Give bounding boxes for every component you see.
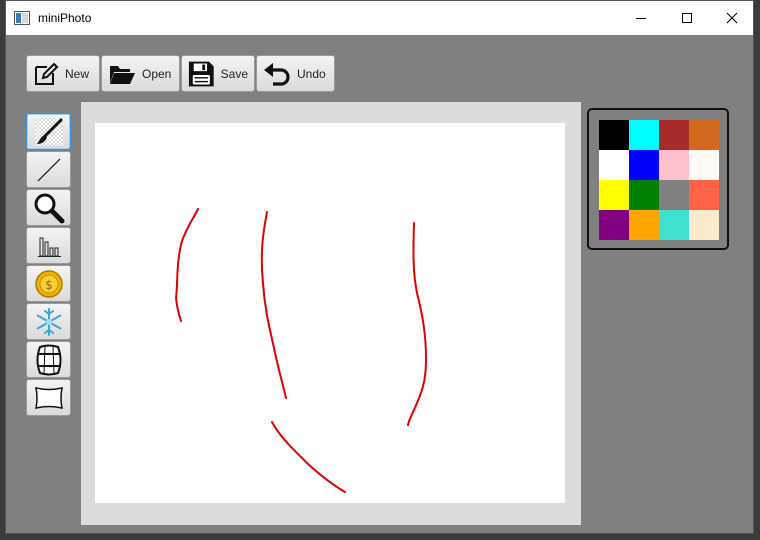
color-swatch[interactable] <box>659 180 689 210</box>
open-button[interactable]: Open <box>101 55 180 92</box>
magnifier-icon <box>34 193 64 223</box>
line-icon <box>37 158 60 181</box>
tool-coin[interactable]: $ <box>26 265 71 302</box>
paint-stroke <box>175 208 199 322</box>
new-file-icon <box>35 62 59 85</box>
color-swatch[interactable] <box>629 210 659 240</box>
color-swatch[interactable] <box>629 120 659 150</box>
new-button-label: New <box>65 66 90 81</box>
color-swatch[interactable] <box>659 210 689 240</box>
app-icon <box>14 10 30 26</box>
save-button-label: Save <box>220 66 248 81</box>
main-toolbar: New Open Save Undo <box>26 55 335 94</box>
color-swatch[interactable] <box>659 120 689 150</box>
coin-icon: $ <box>34 269 63 298</box>
undo-icon <box>264 62 290 86</box>
color-palette <box>587 108 729 250</box>
color-swatch[interactable] <box>599 180 629 210</box>
paint-stroke <box>271 421 346 493</box>
minimize-icon <box>636 18 646 19</box>
frame-icon <box>34 386 63 409</box>
window-title: miniPhoto <box>38 11 92 25</box>
color-swatch[interactable] <box>599 120 629 150</box>
undo-button[interactable]: Undo <box>256 55 335 92</box>
tool-line[interactable] <box>26 151 71 188</box>
paint-stroke <box>407 222 427 426</box>
close-icon <box>726 12 738 24</box>
tool-zoom[interactable] <box>26 189 71 226</box>
undo-button-label: Undo <box>297 66 326 81</box>
tool-snowflake[interactable] <box>26 303 71 340</box>
open-button-label: Open <box>142 66 172 81</box>
maximize-icon <box>682 13 692 23</box>
svg-text:$: $ <box>45 278 53 292</box>
barrel-icon <box>36 344 61 375</box>
color-swatch[interactable] <box>689 180 719 210</box>
color-swatch[interactable] <box>689 120 719 150</box>
folder-open-icon <box>110 65 135 84</box>
floppy-disk-icon <box>188 61 214 86</box>
canvas-strokes <box>175 208 427 493</box>
title-bar: miniPhoto <box>6 1 753 35</box>
app-window: miniPhoto New Open Save Undo $ <box>5 0 754 534</box>
color-swatch[interactable] <box>599 150 629 180</box>
save-button[interactable]: Save <box>181 55 255 92</box>
bar-chart-icon <box>37 237 61 257</box>
snowflake-icon <box>36 307 61 336</box>
color-swatch[interactable] <box>629 180 659 210</box>
minimize-button[interactable] <box>618 1 664 35</box>
maximize-button[interactable] <box>664 1 710 35</box>
color-swatch[interactable] <box>659 150 689 180</box>
tool-histogram[interactable] <box>26 227 71 264</box>
tool-frame[interactable] <box>26 379 71 416</box>
tool-barrel[interactable] <box>26 341 71 378</box>
color-swatch[interactable] <box>629 150 659 180</box>
canvas-frame <box>81 102 581 525</box>
color-swatch[interactable] <box>689 210 719 240</box>
tool-palette: $ <box>26 113 71 417</box>
brush-icon <box>34 117 63 146</box>
close-button[interactable] <box>709 1 755 35</box>
color-swatch[interactable] <box>689 150 719 180</box>
color-swatch[interactable] <box>599 210 629 240</box>
tool-brush[interactable] <box>26 113 71 150</box>
new-button[interactable]: New <box>26 55 100 92</box>
paint-stroke <box>260 211 287 399</box>
drawing-canvas[interactable] <box>95 123 565 503</box>
